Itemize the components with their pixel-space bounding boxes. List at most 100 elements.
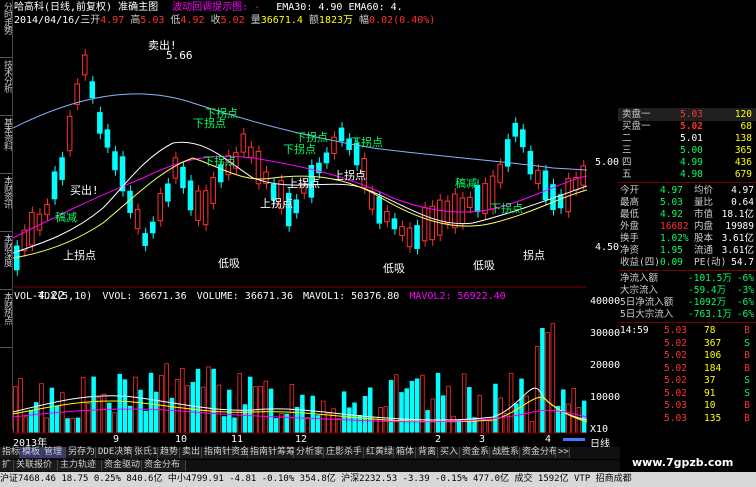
close-value: 5.02	[220, 15, 245, 26]
indicator-tab[interactable]: 管理	[42, 447, 66, 458]
volume-bar	[237, 373, 243, 434]
volume-bar	[117, 373, 122, 434]
tab-fundamentals[interactable]: 基本资料	[0, 116, 12, 174]
volume-bar	[195, 368, 201, 434]
secondary-tab[interactable]: 资金驱动	[102, 460, 142, 471]
alert-label: 波动回调提示图: -	[172, 2, 261, 13]
indicator-tab[interactable]: 另存为	[66, 447, 96, 458]
indicator-tab[interactable]: 背离	[416, 447, 438, 458]
volume-bar	[190, 382, 196, 434]
indicator-tab[interactable]: 资金分布	[520, 447, 558, 458]
tick-side: B	[744, 412, 750, 424]
quote-value: 54.7	[731, 257, 754, 268]
annotation-reduce: 稿减	[55, 211, 77, 224]
tick-row: 5.02 37 S	[618, 374, 756, 387]
volume-bar	[143, 410, 149, 434]
chart-header-line2: 2014/04/16/三开4.97 高5.03 低4.92 收5.02 量366…	[14, 15, 435, 27]
tab-depth[interactable]: 本财深度	[0, 232, 12, 290]
indicator-tab[interactable]: 趋势	[158, 447, 180, 458]
annotation-up-turn: 上拐点	[260, 197, 293, 210]
tick-price: 5.02	[664, 337, 687, 349]
amount-value: 1823万	[318, 15, 354, 26]
indicator-tab[interactable]: 指南针筹筹	[248, 447, 295, 458]
annotation-up-turn: 上拐点	[63, 249, 96, 262]
separator	[618, 322, 756, 323]
volume-bar	[54, 406, 60, 434]
candle-body	[338, 127, 345, 142]
tick-row: 5.03 135 B	[618, 412, 756, 425]
volume-bar	[420, 374, 425, 434]
secondary-tab[interactable]: 关联报价	[14, 460, 58, 471]
tick-volume: 37	[704, 375, 716, 386]
candle-body	[142, 233, 148, 246]
volume-bar	[305, 417, 310, 434]
tick-volume: 367	[704, 337, 722, 349]
time-label: 10	[175, 434, 188, 445]
candle-body	[580, 165, 587, 186]
indicator-tab[interactable]: 模板	[20, 447, 42, 458]
volume-bar	[524, 395, 529, 434]
volume-bar	[435, 372, 441, 434]
volume-bar	[514, 403, 519, 434]
indicator-tab[interactable]: >>	[556, 447, 570, 458]
candle-body	[104, 129, 111, 148]
indicator-tab[interactable]: 指标	[0, 447, 20, 458]
volume-bar	[487, 420, 493, 434]
volume-bar	[440, 395, 446, 434]
volume-axis-label: 10000	[590, 392, 621, 403]
indicator-tab[interactable]: 红黄绿	[364, 447, 394, 458]
volume-bar	[576, 407, 582, 434]
indicator-tab[interactable]: 卖出	[180, 447, 202, 458]
volume-bar	[540, 327, 545, 434]
indicator-tab[interactable]: DDE决策	[96, 447, 132, 458]
candle-body	[127, 190, 133, 213]
tick-price: 5.02	[664, 387, 687, 399]
indicator-tab[interactable]: 资金系	[460, 447, 490, 458]
volume-bar	[477, 395, 483, 434]
annotation-down-turn: 下拐点	[350, 136, 383, 149]
volume-bar	[341, 391, 347, 434]
volume-bar	[399, 392, 404, 434]
volume-bar	[185, 385, 190, 434]
secondary-tab[interactable]: 资金分布	[142, 460, 186, 471]
tick-price: 5.03	[664, 412, 687, 424]
indicator-tab[interactable]: 指南针资金	[202, 447, 249, 458]
indicator-tab[interactable]: 分析家	[294, 447, 324, 458]
indicator-tab[interactable]: 战胜系	[490, 447, 520, 458]
volume-chart[interactable]	[13, 302, 587, 434]
candle-body	[157, 193, 164, 222]
tick-row: 5.02 184 B	[618, 362, 756, 375]
candle-body	[406, 227, 413, 248]
chart-header-line1: 哈高科(日线,前复权) 准确主图 波动回调提示图: - EMA30: 4.90 …	[14, 2, 403, 14]
low-label: 低	[170, 15, 181, 26]
candle-body	[368, 191, 375, 210]
tab-hotspots[interactable]: 本财热点	[0, 290, 12, 348]
volume-bar	[75, 417, 81, 434]
tab-technical[interactable]: 技术分析	[0, 58, 12, 116]
tab-news[interactable]: 本财资讯	[0, 174, 12, 232]
secondary-tab[interactable]: 主力轨迹	[58, 460, 102, 471]
volume-bar	[404, 388, 409, 434]
volume-bar	[456, 419, 462, 434]
indicator-tab[interactable]: 张氏1	[132, 447, 158, 458]
volume-bar	[414, 378, 420, 434]
indicator-tab[interactable]: 庄影杀手	[324, 447, 364, 458]
candlestick-chart[interactable]	[13, 28, 587, 290]
time-axis: 2013年 9 10 11 12 2 3 4	[13, 434, 587, 449]
volume-bar	[430, 398, 436, 434]
indicator-tab-bar: 指标 模板 管理 另存为 DDE决策 张氏1 趋势 卖出 指南针资金 指南针筹筹 分析家 庄影杀手 红黄…	[0, 447, 620, 459]
tab-intraday[interactable]: 分时走势	[0, 0, 12, 58]
volume-bar	[232, 417, 237, 434]
indicator-tab[interactable]: 箱体	[394, 447, 416, 458]
tick-side: B	[744, 400, 750, 411]
secondary-tab[interactable]: 扩	[0, 460, 14, 471]
quote-row: 收益(四) 0.09 PE(动) 54.7	[618, 256, 756, 269]
candle-body	[293, 199, 299, 214]
indicator-tab[interactable]: 买入	[438, 447, 460, 458]
scroll-indicator[interactable]	[563, 438, 585, 441]
candle-body	[376, 196, 383, 224]
separator	[618, 182, 756, 183]
volume-bar	[247, 376, 253, 434]
volume-bar	[13, 386, 18, 434]
candle-body	[112, 151, 118, 171]
